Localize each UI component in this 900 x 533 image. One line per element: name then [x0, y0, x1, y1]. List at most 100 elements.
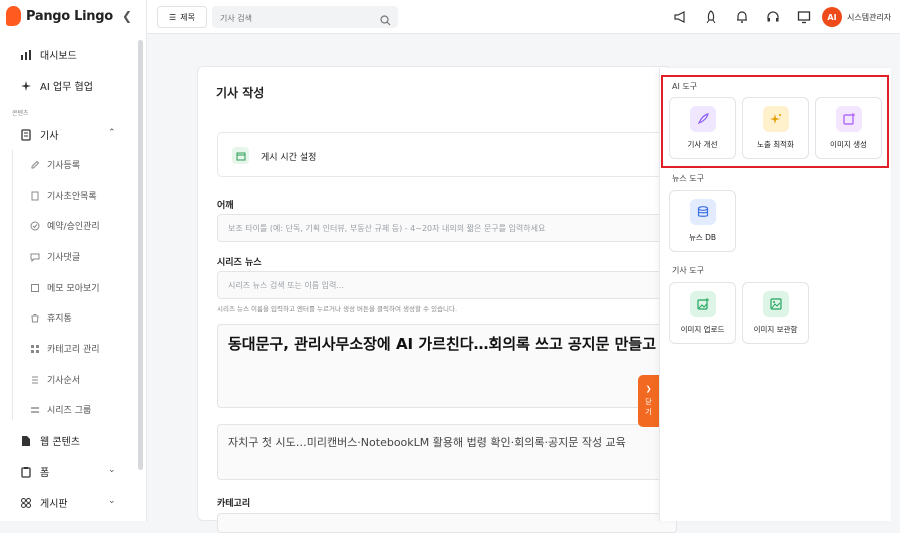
schedule-setting[interactable]: 게시 시간 설정	[217, 132, 677, 177]
schedule-label: 게시 시간 설정	[261, 153, 317, 163]
news-db-button[interactable]: 뉴스 DB	[669, 190, 736, 252]
topbar-icons	[672, 9, 812, 25]
article-tools-heading: 기사 도구	[672, 266, 704, 275]
collapse-sidebar-icon[interactable]: ❮	[122, 9, 132, 23]
sparkle-icon	[20, 80, 32, 92]
sidebar-item-article[interactable]: 기사	[20, 127, 58, 142]
sidebar-scrollbar[interactable]	[138, 40, 143, 470]
sidebar-item-label: 대시보드	[40, 51, 77, 62]
brand-name: Pango Lingo	[26, 8, 113, 24]
kicker-label: 어깨	[217, 201, 234, 211]
topbar: ☰ 제목 AI 시스템관리자	[147, 0, 900, 34]
sidebar-subitem[interactable]: 기사댓글	[30, 250, 80, 263]
page-title: 기사 작성	[216, 86, 265, 100]
sidebar-subitem-label: 시리즈 그룹	[47, 406, 92, 416]
sidebar-item-board[interactable]: 게시판	[20, 495, 68, 510]
close-panel-tab[interactable]: ❯ 닫 기	[638, 375, 659, 427]
chevron-right-icon: ❯	[645, 385, 652, 393]
sidebar-item-label: 웹 콘텐츠	[40, 437, 80, 448]
sidebar-subitem[interactable]: 예약/승인관리	[30, 219, 100, 232]
user-name[interactable]: 시스템관리자	[847, 12, 891, 23]
submenu-divider	[12, 150, 13, 420]
kicker-placeholder: 보조 타이틀 (예: 단독, 기획 인터뷰, 부동산 규제 등) - 4~20자…	[228, 224, 546, 233]
sidebar-subitem[interactable]: 기사순서	[30, 373, 80, 386]
category-field[interactable]	[217, 513, 677, 533]
subheadline-field[interactable]: 자치구 첫 시도…미리캔버스·NotebookLM 활용해 법령 확인·회의록·…	[217, 424, 677, 480]
kicker-field[interactable]: 보조 타이틀 (예: 단독, 기획 인터뷰, 부동산 규제 등) - 4~20자…	[217, 214, 677, 242]
ai-tools-highlight-box	[661, 75, 889, 168]
logo-mark-icon	[6, 6, 21, 26]
rocket-icon[interactable]	[703, 9, 719, 25]
list-icon	[30, 375, 40, 385]
clipboard-icon	[20, 466, 32, 478]
sidebar-subitem-label: 기사댓글	[47, 253, 81, 263]
close-tab-label-1: 닫	[645, 398, 652, 406]
series-search-input[interactable]: 시리즈 뉴스 검색 또는 이름 입력...	[217, 271, 677, 299]
headset-icon[interactable]	[765, 9, 781, 25]
sidebar-item-label: AI 업무 협업	[40, 82, 93, 93]
article-editor-card: 기사 작성 게시 시간 설정 어깨 보조 타이틀 (예: 단독, 기획 인터뷰,…	[197, 66, 677, 533]
image-upload-button[interactable]: 이미지 업로드	[669, 282, 736, 344]
image-library-icon	[762, 291, 789, 317]
chevron-down-icon[interactable]: ⌄	[108, 496, 116, 506]
tool-label: 이미지 보관함	[753, 325, 798, 334]
brand-logo[interactable]: Pango Lingo	[6, 6, 113, 26]
section-label: 콘텐츠	[12, 110, 29, 117]
headline-text: 동대문구, 관리사무소장에 AI 가르친다…회의록 쓰고 공지문 만들고	[228, 335, 657, 353]
check-circle-icon	[30, 221, 40, 231]
sidebar-subitem[interactable]: 휴지통	[30, 311, 72, 324]
news-tools-heading: 뉴스 도구	[672, 174, 704, 183]
sidebar-subitem-label: 기사등록	[47, 161, 81, 171]
subheadline-text: 자치구 첫 시도…미리캔버스·NotebookLM 활용해 법령 확인·회의록·…	[228, 436, 626, 449]
avatar[interactable]: AI	[822, 7, 842, 27]
tool-label: 뉴스 DB	[688, 233, 717, 242]
sidebar-subitem-label: 예약/승인관리	[47, 222, 100, 232]
headline-field[interactable]: 동대문구, 관리사무소장에 AI 가르친다…회의록 쓰고 공지문 만들고	[217, 324, 677, 408]
title-button-label: 제목	[180, 12, 195, 22]
series-placeholder: 시리즈 뉴스 검색 또는 이름 입력...	[228, 281, 345, 290]
sidebar-item-web-content[interactable]: 웹 콘텐츠	[20, 433, 80, 448]
title-button[interactable]: ☰ 제목	[157, 6, 207, 28]
sidebar-subitem[interactable]: 기사초안목록	[30, 189, 97, 202]
sidebar-item-form[interactable]: 폼	[20, 464, 49, 479]
sidebar-subitem-label: 휴지통	[47, 314, 72, 324]
sidebar-subitem[interactable]: 시리즈 그룹	[30, 403, 91, 416]
sidebar-item-label: 기사	[40, 131, 59, 142]
document-icon	[20, 128, 32, 141]
sidebar-subitem-label: 기사초안목록	[47, 192, 97, 202]
menu-icon: ☰	[169, 12, 177, 22]
document-icon	[20, 435, 32, 447]
database-icon	[689, 199, 716, 225]
stack-icon	[30, 405, 40, 415]
image-upload-icon	[689, 291, 716, 317]
memo-icon	[30, 283, 40, 293]
file-icon	[30, 191, 40, 201]
search-icon[interactable]	[380, 11, 391, 30]
bar-chart-icon	[20, 49, 32, 61]
sidebar-item-ai-collab[interactable]: AI 업무 협업	[20, 78, 93, 93]
close-tab-label-2: 기	[645, 408, 652, 416]
series-label: 시리즈 뉴스	[217, 258, 262, 268]
sidebar-subitem[interactable]: 메모 모아보기	[30, 281, 100, 294]
comment-icon	[30, 252, 40, 262]
search-box	[212, 6, 398, 30]
monitor-icon[interactable]	[796, 9, 812, 25]
sidebar-subitem[interactable]: 기사등록	[30, 158, 80, 171]
sidebar: Pango Lingo ❮ 대시보드 AI 업무 협업 콘텐츠 기사 ⌃ 기사등…	[0, 0, 147, 521]
edit-icon	[30, 160, 40, 170]
megaphone-icon[interactable]	[672, 9, 688, 25]
calendar-icon	[232, 147, 249, 164]
chevron-down-icon[interactable]: ⌄	[108, 465, 116, 475]
category-label: 카테고리	[217, 499, 251, 509]
series-help-text: 시리즈 뉴스 이름을 입력하고 엔터를 누르거나 생성 버튼을 클릭하여 생성할…	[217, 305, 458, 313]
search-input[interactable]	[212, 7, 372, 30]
bell-icon[interactable]	[734, 9, 750, 25]
board-icon	[20, 497, 32, 509]
sidebar-item-dashboard[interactable]: 대시보드	[20, 47, 77, 62]
chevron-up-icon[interactable]: ⌃	[108, 128, 116, 138]
sidebar-subitem[interactable]: 카테고리 관리	[30, 342, 100, 355]
sidebar-item-label: 게시판	[40, 499, 68, 510]
image-library-button[interactable]: 이미지 보관함	[742, 282, 809, 344]
sidebar-subitem-label: 카테고리 관리	[47, 345, 100, 355]
sidebar-item-label: 폼	[40, 468, 50, 479]
